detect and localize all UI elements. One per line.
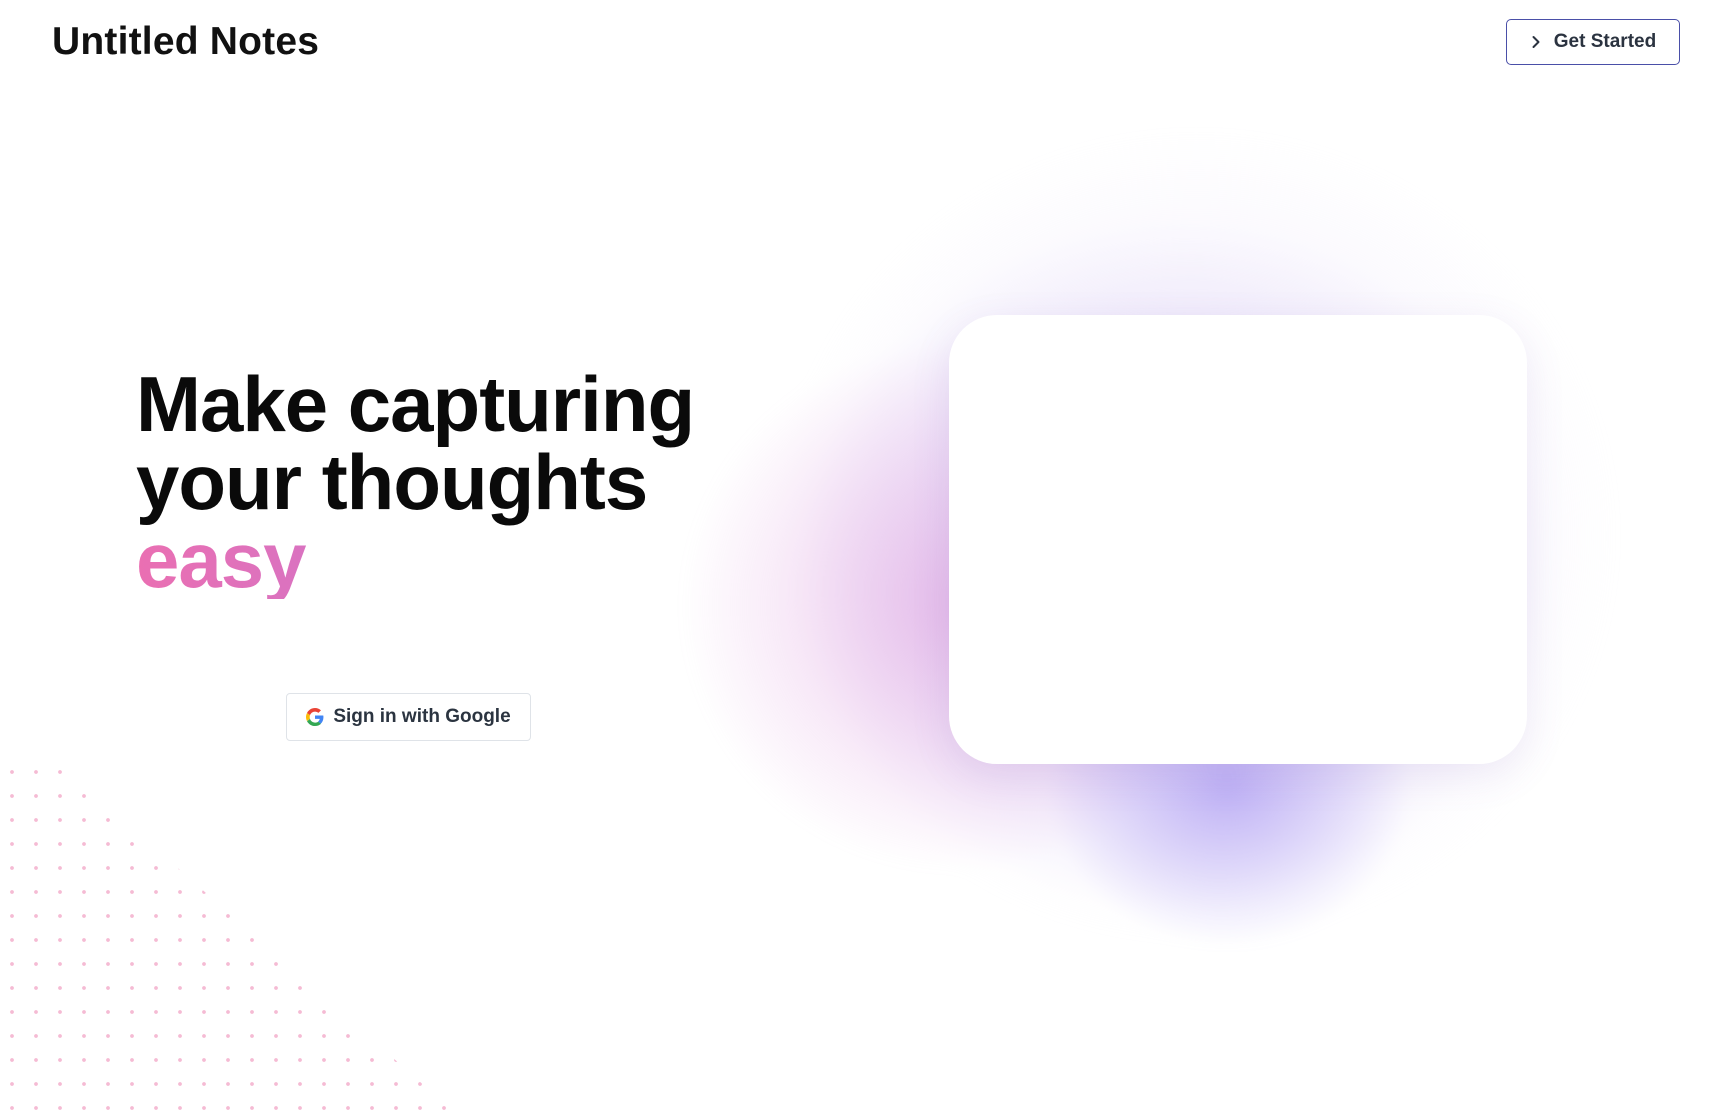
google-signin-label: Sign in with Google xyxy=(333,706,511,727)
google-icon xyxy=(306,708,324,726)
landing-page: Untitled Notes Get Started Make capturin… xyxy=(0,0,1728,1117)
get-started-label: Get Started xyxy=(1553,31,1657,52)
hero-title-accent: easy xyxy=(136,521,694,599)
hero-title: Make capturing your thoughts easy xyxy=(136,360,695,599)
hero-title-line-1: Make capturing xyxy=(136,360,695,448)
brand-logo[interactable]: Untitled Notes xyxy=(52,20,319,64)
hero-title-line-2: your thoughts xyxy=(136,438,648,526)
google-signin-button[interactable]: Sign in with Google xyxy=(286,693,531,741)
get-started-button[interactable]: Get Started xyxy=(1506,19,1680,65)
chevron-right-icon xyxy=(1532,36,1540,48)
preview-card xyxy=(949,315,1527,764)
dot-pattern-decoration xyxy=(0,760,460,1117)
